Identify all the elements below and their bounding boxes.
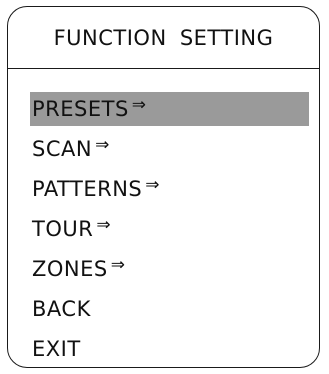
right-arrow-icon: ⇒: [145, 175, 160, 195]
function-setting-menu: FUNCTION SETTING PRESETS ⇒ SCAN ⇒ PATTERNS…: [7, 6, 320, 368]
menu-item-tour[interactable]: TOUR ⇒: [30, 212, 309, 246]
menu-item-label: PRESETS: [32, 97, 129, 121]
right-arrow-icon: ⇒: [96, 215, 112, 235]
menu-list: PRESETS ⇒ SCAN ⇒ PATTERNS ⇒ TOUR ⇒ ZONES ⇒ BA…: [30, 92, 309, 372]
right-arrow-icon: ⇒: [131, 95, 147, 115]
menu-item-patterns[interactable]: PATTERNS ⇒: [30, 172, 309, 206]
menu-item-label: BACK: [32, 297, 91, 321]
menu-item-presets[interactable]: PRESETS ⇒: [30, 92, 309, 126]
menu-item-label: PATTERNS: [32, 177, 143, 201]
menu-item-exit[interactable]: EXIT: [30, 332, 309, 366]
menu-item-zones[interactable]: ZONES ⇒: [30, 252, 309, 286]
right-arrow-icon: ⇒: [95, 135, 110, 155]
menu-item-label: ZONES: [32, 257, 108, 281]
menu-item-label: TOUR: [32, 217, 94, 241]
menu-item-label: EXIT: [32, 337, 81, 361]
menu-item-back[interactable]: BACK: [30, 292, 309, 326]
menu-title: FUNCTION SETTING: [8, 7, 319, 69]
menu-item-label: SCAN: [32, 137, 93, 161]
menu-item-scan[interactable]: SCAN ⇒: [30, 132, 309, 166]
right-arrow-icon: ⇒: [110, 255, 126, 275]
